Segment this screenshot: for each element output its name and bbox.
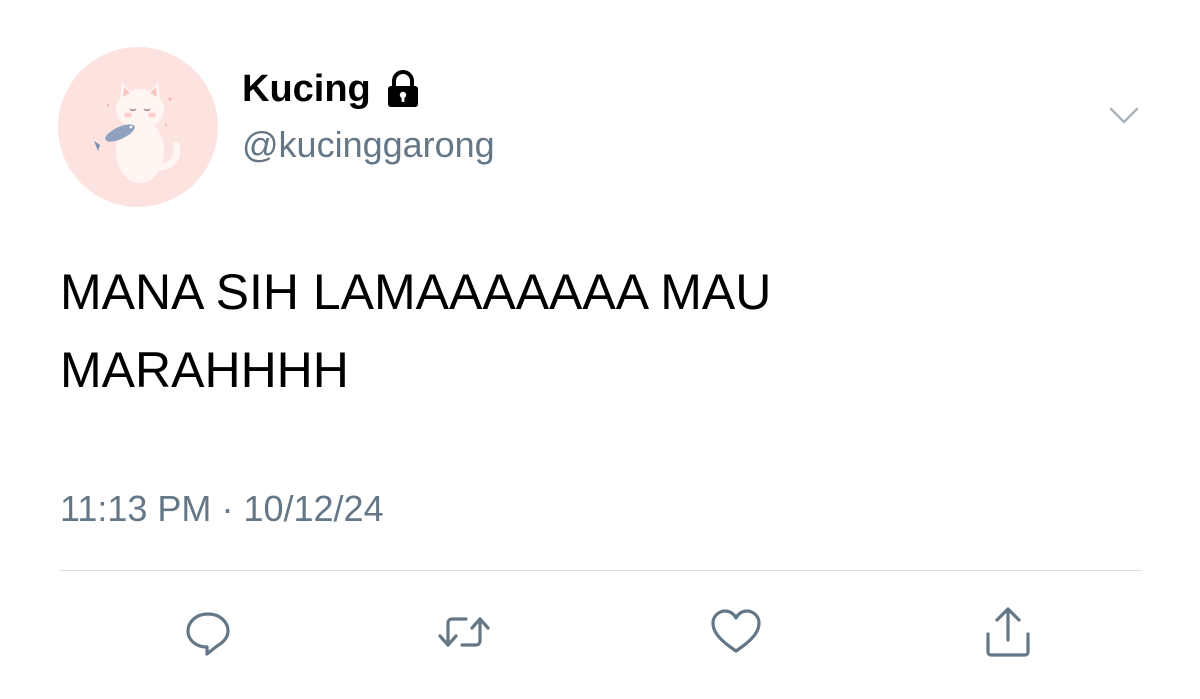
tweet-text: MANA SIH LAMAAAAAAA MAU MARAHHHH: [60, 253, 1140, 409]
reply-icon: [181, 605, 235, 659]
heart-icon: [708, 605, 764, 659]
display-name[interactable]: Kucing: [242, 64, 371, 114]
share-icon: [981, 604, 1035, 660]
divider: [60, 570, 1142, 571]
reply-button[interactable]: [180, 604, 236, 660]
retweet-button[interactable]: [436, 604, 492, 660]
display-name-row: Kucing: [242, 64, 421, 114]
like-button[interactable]: [708, 604, 764, 660]
timestamp-separator: ·: [221, 488, 234, 529]
tweet-text-line-2: MARAHHHH: [60, 342, 349, 398]
chevron-down-icon[interactable]: [1106, 100, 1142, 130]
cat-illustration: [94, 83, 181, 183]
tweet-date: 10/12/24: [243, 488, 384, 529]
share-button[interactable]: [980, 604, 1036, 660]
timestamp[interactable]: 11:13 PM · 10/12/24: [60, 484, 384, 534]
tweet-text-line-1: MANA SIH LAMAAAAAAA MAU: [60, 264, 772, 320]
user-handle[interactable]: @kucinggarong: [242, 122, 495, 168]
tweet-time: 11:13 PM: [60, 488, 212, 529]
retweet-icon: [436, 605, 492, 659]
avatar[interactable]: [58, 47, 218, 207]
lock-icon: [385, 70, 421, 108]
